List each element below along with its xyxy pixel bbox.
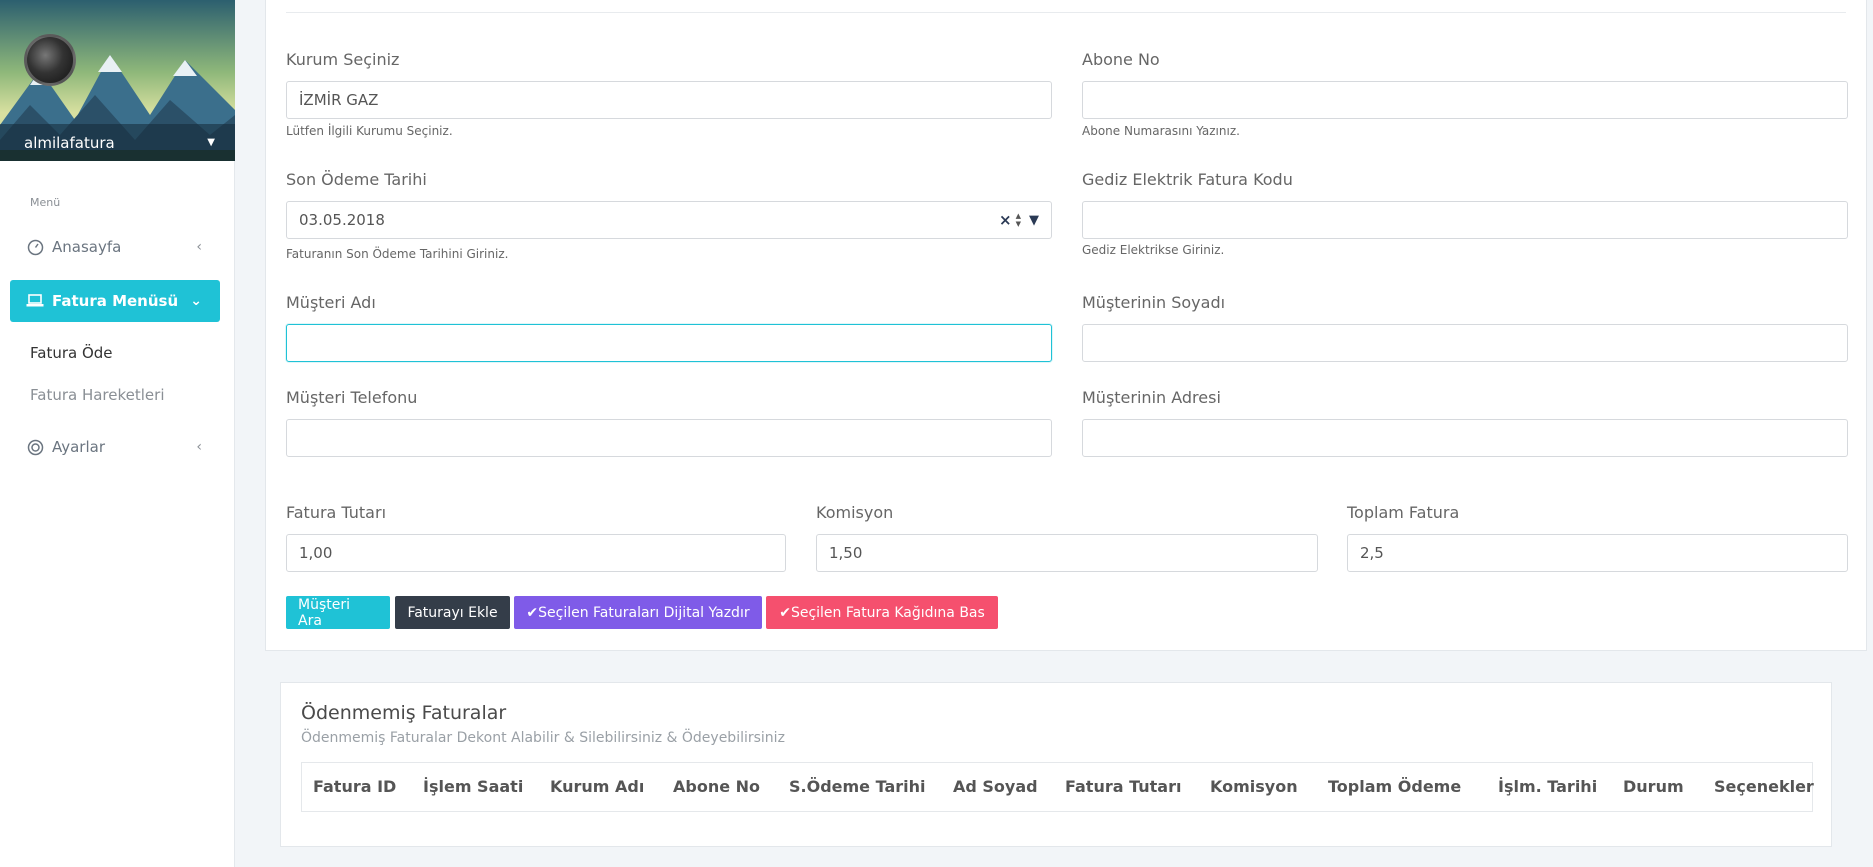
son-odeme-help: Faturanın Son Ödeme Tarihini Giriniz. <box>286 247 509 261</box>
fatura-tutari-label: Fatura Tutarı <box>286 503 387 522</box>
column-header[interactable]: S.Ödeme Tarihi <box>789 777 926 796</box>
komisyon-label: Komisyon <box>816 503 894 522</box>
musteri-adi-label: Müşteri Adı <box>286 293 376 312</box>
target-icon <box>26 438 44 456</box>
kurum-help: Lütfen İlgili Kurumu Seçiniz. <box>286 124 453 138</box>
toplam-value: 2,5 <box>1360 544 1384 562</box>
abone-input[interactable] <box>1082 81 1848 119</box>
kurum-value: İZMİR GAZ <box>299 91 379 109</box>
fatura-tutari-value: 1,00 <box>299 544 333 562</box>
son-odeme-label: Son Ödeme Tarihi <box>286 170 427 189</box>
komisyon-value: 1,50 <box>829 544 863 562</box>
dijital-yazdir-label: Seçilen Faturaları Dijital Yazdır <box>538 604 750 621</box>
kurum-select[interactable]: İZMİR GAZ <box>286 81 1052 119</box>
dijital-yazdir-button[interactable]: ✔ Seçilen Faturaları Dijital Yazdır <box>514 596 762 629</box>
sidebar-item-anasayfa[interactable]: Anasayfa ‹ <box>10 226 220 268</box>
musteri-tel-input[interactable] <box>286 419 1052 457</box>
musteri-adres-input[interactable] <box>1082 419 1848 457</box>
laptop-icon <box>26 292 44 310</box>
check-icon: ✔ <box>526 604 539 621</box>
date-controls: × ▲ ▼ ▼ <box>999 211 1039 229</box>
musteri-adi-input[interactable] <box>286 324 1052 362</box>
musteri-adres-label: Müşterinin Adresi <box>1082 388 1221 407</box>
dropdown-arrow-icon[interactable]: ▼ <box>1029 213 1039 228</box>
kagida-bas-button[interactable]: ✔ Seçilen Fatura Kağıdına Bas <box>766 596 998 629</box>
column-header[interactable]: Durum <box>1623 777 1684 796</box>
clear-icon[interactable]: × <box>999 211 1012 229</box>
column-header[interactable]: Fatura ID <box>313 777 396 796</box>
gediz-input[interactable] <box>1082 201 1848 239</box>
avatar[interactable] <box>24 34 76 86</box>
chevron-down-icon: ⌄ <box>190 293 202 309</box>
gediz-help: Gediz Elektrikse Giriniz. <box>1082 243 1225 257</box>
sidebar-item-label: Fatura Menüsü <box>52 292 179 310</box>
kurum-label: Kurum Seçiniz <box>286 50 400 69</box>
column-header[interactable]: Kurum Adı <box>550 777 644 796</box>
sidebar-subitem-fatura-ode[interactable]: Fatura Öde <box>30 344 113 362</box>
dashboard-icon <box>26 238 44 256</box>
spinner-icon[interactable]: ▲ ▼ <box>1016 212 1021 228</box>
divider <box>286 12 1846 13</box>
toplam-input[interactable]: 2,5 <box>1347 534 1848 572</box>
abone-label: Abone No <box>1082 50 1160 69</box>
column-header[interactable]: Seçenekler <box>1714 777 1814 796</box>
column-header[interactable]: Fatura Tutarı <box>1065 777 1181 796</box>
column-header[interactable]: Abone No <box>673 777 760 796</box>
musteri-ara-button[interactable]: Müşteri Ara <box>286 596 390 629</box>
column-header[interactable]: İşlm. Tarihi <box>1498 777 1597 796</box>
fatura-tutari-input[interactable]: 1,00 <box>286 534 786 572</box>
check-icon: ✔ <box>779 604 791 621</box>
fatura-ekle-button[interactable]: Faturayı Ekle <box>395 596 510 629</box>
unpaid-title: Ödenmemiş Faturalar <box>301 702 507 724</box>
son-odeme-date-input[interactable]: 03.05.2018 × ▲ ▼ ▼ <box>286 201 1052 239</box>
unpaid-subtitle: Ödenmemiş Faturalar Dekont Alabilir & Si… <box>301 730 785 746</box>
sidebar: almilafatura ▼ Menü Anasayfa ‹ Fatura Me… <box>0 0 235 867</box>
musteri-soyadi-label: Müşterinin Soyadı <box>1082 293 1226 312</box>
column-header[interactable]: Komisyon <box>1210 777 1298 796</box>
komisyon-input[interactable]: 1,50 <box>816 534 1318 572</box>
gediz-label: Gediz Elektrik Fatura Kodu <box>1082 170 1293 189</box>
column-header[interactable]: Ad Soyad <box>953 777 1038 796</box>
column-header[interactable]: Toplam Ödeme <box>1328 777 1461 796</box>
toplam-label: Toplam Fatura <box>1347 503 1460 522</box>
caret-down-icon[interactable]: ▼ <box>207 137 215 148</box>
abone-help: Abone Numarasını Yazınız. <box>1082 124 1240 138</box>
sidebar-item-fatura-menusu[interactable]: Fatura Menüsü ⌄ <box>10 280 220 322</box>
chevron-left-icon: ‹ <box>196 439 202 455</box>
profile-header: almilafatura ▼ <box>0 0 235 161</box>
sidebar-item-label: Ayarlar <box>52 438 106 456</box>
son-odeme-value: 03.05.2018 <box>299 211 385 229</box>
sidebar-item-label: Anasayfa <box>52 238 122 256</box>
kagida-bas-label: Seçilen Fatura Kağıdına Bas <box>790 604 985 621</box>
musteri-tel-label: Müşteri Telefonu <box>286 388 418 407</box>
invoice-form-card: Kurum Seçiniz İZMİR GAZ Lütfen İlgili Ku… <box>265 0 1867 651</box>
menu-title: Menü <box>30 196 61 209</box>
table-header: Fatura ID İşlem Saati Kurum Adı Abone No… <box>301 762 1814 812</box>
column-header[interactable]: İşlem Saati <box>423 777 523 796</box>
chevron-left-icon: ‹ <box>196 239 202 255</box>
username: almilafatura <box>24 133 115 152</box>
sidebar-item-ayarlar[interactable]: Ayarlar ‹ <box>10 426 220 468</box>
sidebar-subitem-fatura-hareketleri[interactable]: Fatura Hareketleri <box>30 386 165 404</box>
musteri-soyadi-input[interactable] <box>1082 324 1848 362</box>
profile-bar[interactable]: almilafatura ▼ <box>0 124 235 161</box>
unpaid-invoices-card: Ödenmemiş Faturalar Ödenmemiş Faturalar … <box>280 682 1832 847</box>
